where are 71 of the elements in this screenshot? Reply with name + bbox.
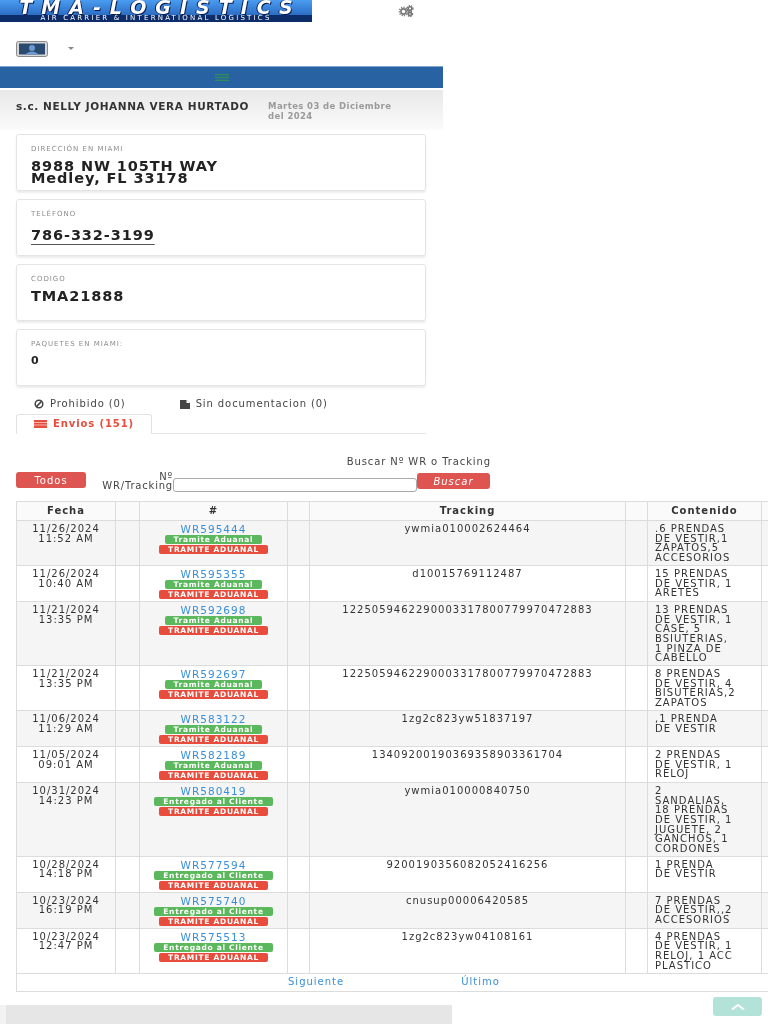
wr-link[interactable]: WR592697 xyxy=(180,669,247,680)
wr-link[interactable]: WR595355 xyxy=(180,568,247,579)
content-cell-text: 1 PRENDA DE VESTIR xyxy=(655,859,718,880)
date-cell: 10/31/2024 14:23 PM xyxy=(16,782,116,857)
content-cell-text: ,1 PRENDA DE VESTIR xyxy=(655,713,719,734)
wr-link[interactable]: WR582189 xyxy=(180,749,247,760)
tracking-cell: 1zg2c823yw04108161 xyxy=(309,928,626,974)
column-header: Fecha xyxy=(16,501,116,521)
tracking-cell: ywmia010002624464 xyxy=(309,520,626,566)
field-label: Nº WR/Tracking xyxy=(101,473,173,490)
content-cell: 2 SANDALIAS, 18 PRENDAS DE VESTIR, 1 JUGUETE, 2 GANCHOS, 1 CORDONES xyxy=(655,785,734,854)
scroll-top-button[interactable] xyxy=(713,997,762,1016)
tab[interactable]: Envios (151) xyxy=(16,414,152,434)
column-header: Contenido xyxy=(647,501,762,521)
content-cell: 15 PRENDAS DE VESTIR, 1 ARETES xyxy=(655,568,734,598)
striped-flag-icon xyxy=(34,420,47,428)
content-cell: 13 PRENDAS DE VESTIR, 1 CASE, 5 BSIUTERIAS, 1 PINZA DE CABELLO xyxy=(655,604,734,664)
tracking-cell: cnusup00006420585 xyxy=(309,892,626,929)
search-title: Buscar Nº WR o Tracking xyxy=(345,457,491,467)
date-cell: 11/06/2024 11:29 AM xyxy=(16,710,116,747)
wr-link[interactable]: WR592698 xyxy=(180,604,247,615)
tracking-cell: 1225059462290003317800779970472883 xyxy=(309,601,626,666)
tracking-cell: 1225059462290003317800779970472883 xyxy=(309,665,626,711)
wr-link[interactable]: WR583122 xyxy=(180,713,247,724)
tracking-cell: 1zg2c823yw51837197 xyxy=(309,710,626,747)
address-value: 8988 NW 105TH WAY Medley, FL 33178 xyxy=(31,160,219,184)
date-text: Martes 03 de Diciembre del 2024 xyxy=(268,101,393,121)
phone-link[interactable]: 786-332-3199 xyxy=(31,229,155,241)
tab[interactable]: Sin documentacion (0) xyxy=(161,394,346,413)
date-cell: 11/21/2024 13:35 PM xyxy=(16,601,116,666)
menu-icon[interactable] xyxy=(214,74,229,81)
ban-icon xyxy=(34,399,44,409)
logo-title: TMA-LOGISTICS xyxy=(19,0,302,15)
settings-icon[interactable] xyxy=(398,5,414,17)
content-cell: 2 PRENDAS DE VESTIR, 1 RELOJ xyxy=(655,749,734,779)
content-cell: 4 PRENDAS DE VESTIR, 1 RELOJ, 1 ACC PLASTICO xyxy=(655,931,734,971)
content-cell: 7 PRENDAS DE VESTIR,,2 ACCESORIOS xyxy=(655,895,734,925)
tracking-cell: ywmia010000840750 xyxy=(309,782,626,857)
date-cell: 11/26/2024 11:52 AM xyxy=(16,520,116,566)
show-all-button[interactable]: Todos xyxy=(16,472,86,488)
wr-link[interactable]: WR577594 xyxy=(180,859,247,870)
tracking-cell: 13409200190369358903361704 xyxy=(309,746,626,783)
avatar-icon[interactable] xyxy=(16,41,48,57)
wr-link[interactable]: WR580419 xyxy=(180,785,247,796)
tab[interactable]: Prohibido (0) xyxy=(16,394,144,413)
date-cell: 10/23/2024 12:47 PM xyxy=(16,928,116,974)
date-cell: 11/05/2024 09:01 AM xyxy=(16,746,116,783)
content-cell-text: .6 PRENDAS DE VESTIR,1 ZAPATOS,5 ACCESORIOS xyxy=(655,524,732,563)
column-header: Tracking xyxy=(309,501,626,521)
search-button[interactable]: Buscar xyxy=(417,473,490,489)
search-field[interactable] xyxy=(173,478,417,492)
tracking-cell: d10015769112487 xyxy=(309,565,626,602)
wr-link[interactable]: WR575513 xyxy=(180,931,247,942)
wr-link[interactable]: WR575740 xyxy=(180,895,247,906)
date-cell: 10/23/2024 16:19 PM xyxy=(16,892,116,929)
tracking-cell: 9200190356082052416256 xyxy=(309,856,626,893)
code-value: TMA21888 xyxy=(31,290,126,302)
pagination-link[interactable]: Siguiente xyxy=(288,975,345,988)
scrollbar[interactable] xyxy=(0,1005,452,1024)
package-count: 0 xyxy=(31,355,41,366)
caret-icon[interactable] xyxy=(68,47,74,50)
pagination-link[interactable]: Último xyxy=(461,975,500,988)
date-cell: 11/21/2024 13:35 PM xyxy=(16,665,116,711)
content-cell: 8 PRENDAS DE VESTIR, 4 BISUTERIAS,2 ZAPATOS xyxy=(655,669,734,708)
file-icon xyxy=(179,399,190,409)
wr-link[interactable]: WR595444 xyxy=(180,524,247,534)
date-cell: 11/26/2024 10:40 AM xyxy=(16,565,116,602)
column-header: # xyxy=(139,501,288,521)
date-cell: 10/28/2024 14:18 PM xyxy=(16,856,116,893)
user-name: s.c. NELLY JOHANNA VERA HURTADO xyxy=(16,100,249,112)
chevron-up-icon xyxy=(730,1003,745,1010)
